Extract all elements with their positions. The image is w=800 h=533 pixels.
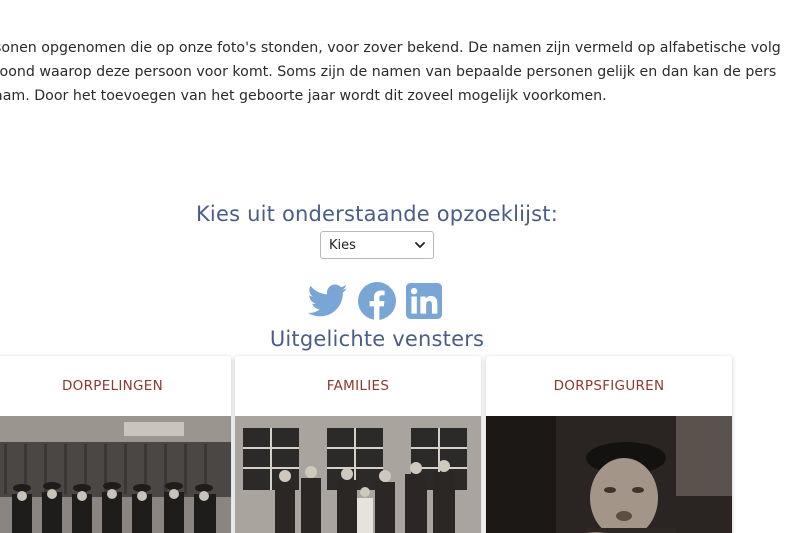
intro-line: roond waarop deze persoon voor komt. Som… (0, 64, 777, 80)
card-dorpelingen[interactable]: DORPELINGEN (0, 356, 231, 533)
page: sonen opgenomen die op onze foto's stond… (0, 0, 800, 533)
chevron-down-icon (415, 241, 425, 249)
card-label: DORPELINGEN (61, 378, 164, 394)
card-photo (0, 416, 231, 533)
lookup-select-box[interactable]: Kies (320, 231, 434, 259)
lookup-select[interactable]: Kies (320, 231, 434, 259)
featured-title: Uitgelichte vensters (269, 327, 485, 351)
intro-line: aam. Door het toevoegen van het geboorte… (0, 88, 607, 104)
facebook-icon[interactable] (358, 282, 396, 324)
intro-text: sonen opgenomen die op onze foto's stond… (0, 36, 800, 108)
intro-line: sonen opgenomen die op onze foto's stond… (0, 40, 781, 56)
card-dorpsfiguren[interactable]: DORPSFIGUREN (486, 356, 732, 533)
card-label: DORPSFIGUREN (553, 378, 665, 394)
card-families[interactable]: FAMILIES (235, 356, 481, 533)
linkedin-icon[interactable] (406, 283, 442, 323)
twitter-icon[interactable] (307, 284, 348, 322)
card-photo (486, 416, 732, 533)
card-label: FAMILIES (326, 378, 390, 394)
lookup-title: Kies uit onderstaande opzoeklijst: (195, 202, 559, 226)
social-links (307, 282, 442, 324)
lookup-select-value: Kies (329, 237, 356, 253)
card-photo (235, 416, 481, 533)
